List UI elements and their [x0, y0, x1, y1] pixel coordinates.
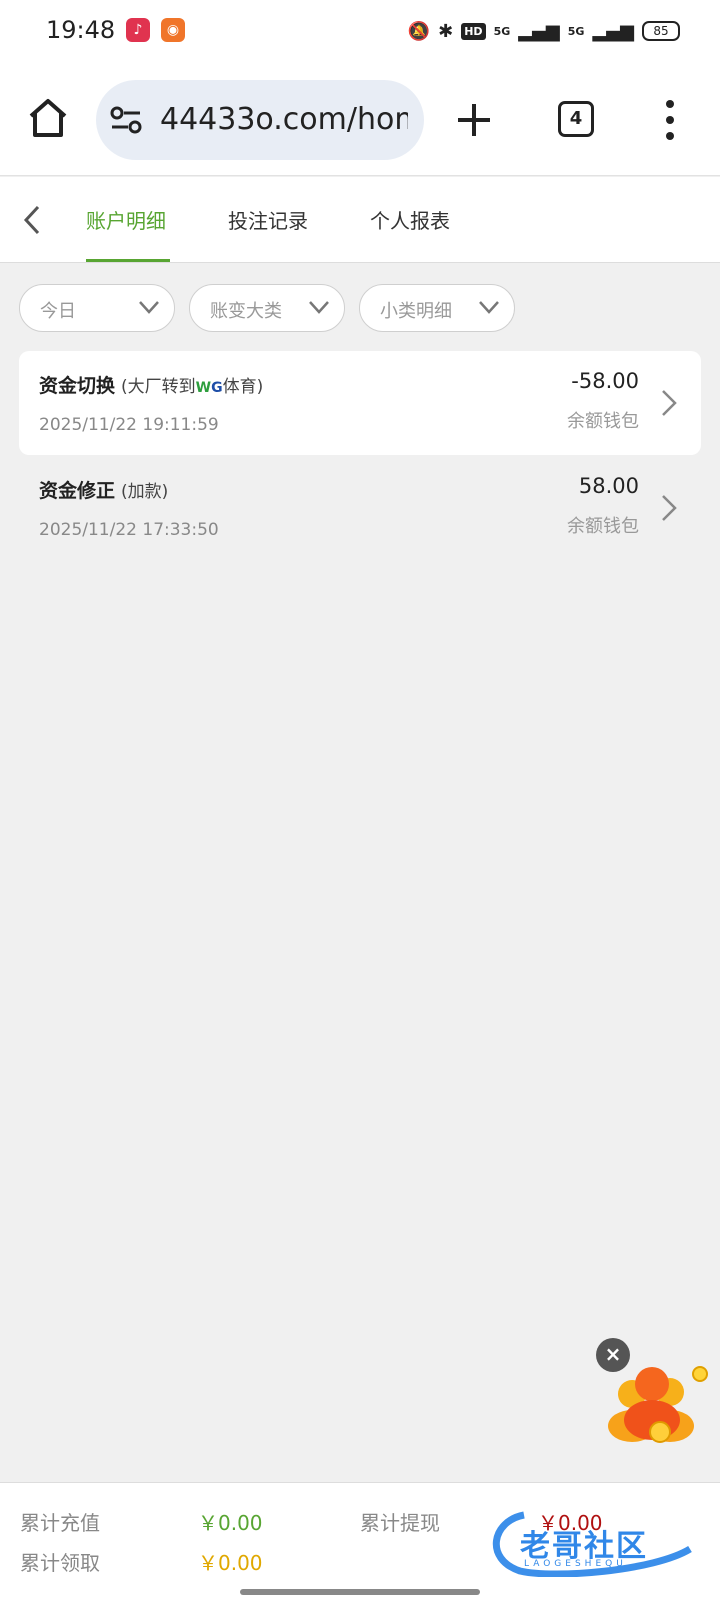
music-app-icon: ♪	[126, 18, 150, 42]
transaction-type: 资金修正	[39, 480, 116, 502]
filter-category-dropdown[interactable]: 账变大类	[189, 284, 345, 332]
back-chevron-icon[interactable]	[20, 203, 44, 237]
deposit-total-value: ￥0.00	[198, 1511, 263, 1535]
transaction-wallet: 余额钱包	[567, 516, 639, 537]
more-vert-icon[interactable]	[660, 98, 680, 142]
new-tab-plus-icon[interactable]	[452, 98, 496, 142]
transaction-title: 资金切换 (大厂转到WG体育)	[39, 371, 263, 398]
close-icon[interactable]: ×	[596, 1338, 630, 1372]
tab-account-details[interactable]: 账户明细	[86, 205, 166, 234]
transaction-type: 资金切换	[39, 375, 116, 397]
transaction-wallet: 余额钱包	[567, 411, 639, 432]
tab-switcher-button[interactable]: 4	[558, 101, 594, 137]
bluetooth-icon: ✱	[438, 20, 454, 42]
filter-date-dropdown[interactable]: 今日	[19, 284, 175, 332]
filter-category-label: 账变大类	[210, 301, 282, 322]
status-bar: 19:48 ♪ ◉ 🔕 ✱ HD 5G ▂▄▆ 5G ▂▄▆ 85	[0, 0, 720, 64]
transaction-title: 资金修正 (加款)	[39, 476, 168, 503]
signal-5g-icon-1: 5G	[493, 24, 511, 38]
watermark-logo: 老哥社区 LAOGESHEQU	[484, 1507, 710, 1579]
transaction-row[interactable]: 资金修正 (加款) 2025/11/22 17:33:50 58.00 余额钱包	[19, 456, 701, 560]
filter-date-label: 今日	[40, 301, 76, 322]
site-settings-icon[interactable]	[110, 106, 142, 134]
transaction-amount: -58.00	[571, 369, 639, 393]
notification-app-icon: ◉	[161, 18, 185, 42]
chevron-right-icon	[662, 495, 677, 521]
filter-subcategory-dropdown[interactable]: 小类明细	[359, 284, 515, 332]
transaction-detail-suffix: 体育)	[222, 377, 264, 397]
active-tab-underline	[86, 259, 170, 262]
chevron-down-icon	[309, 301, 329, 314]
wg-logo-icon: WG	[195, 380, 223, 396]
record-tabs: 账户明细 投注记录 个人报表	[0, 177, 720, 263]
filter-subcategory-label: 小类明细	[380, 301, 452, 322]
browser-toolbar: 44433o.com/home 4	[0, 64, 720, 176]
transaction-row[interactable]: 资金切换 (大厂转到WG体育) 2025/11/22 19:11:59 -58.0…	[19, 351, 701, 455]
claim-total-value: ￥0.00	[198, 1551, 263, 1575]
signal-bars-icon-1: ▂▄▆	[518, 20, 560, 42]
transaction-date: 2025/11/22 17:33:50	[39, 520, 219, 540]
status-time: 19:48	[46, 16, 116, 44]
withdraw-total-label: 累计提现	[360, 1511, 440, 1535]
tab-personal-report[interactable]: 个人报表	[370, 205, 450, 234]
address-bar[interactable]: 44433o.com/home	[96, 80, 424, 160]
chevron-right-icon	[662, 390, 677, 416]
summary-bar: 累计充值 ￥0.00 累计提现 ￥0.00 累计领取 ￥0.00 老哥社区 LA…	[0, 1482, 720, 1600]
mute-bell-icon: 🔕	[407, 20, 431, 42]
chevron-down-icon	[479, 301, 499, 314]
signal-bars-icon-2: ▂▄▆	[592, 20, 634, 42]
chevron-down-icon	[139, 301, 159, 314]
tab-bet-records[interactable]: 投注记录	[228, 205, 308, 234]
home-indicator[interactable]	[240, 1589, 480, 1595]
claim-total-label: 累计领取	[20, 1551, 100, 1575]
hd-icon: HD	[461, 22, 486, 40]
url-text[interactable]: 44433o.com/home	[160, 102, 408, 137]
transaction-detail: (加款)	[121, 482, 169, 502]
transaction-date: 2025/11/22 19:11:59	[39, 415, 219, 435]
status-icons: 🔕 ✱ HD 5G ▂▄▆ 5G ▂▄▆ 85	[408, 18, 680, 44]
transaction-amount: 58.00	[578, 474, 639, 498]
watermark-subtext: LAOGESHEQU	[524, 1559, 627, 1569]
signal-5g-icon-2: 5G	[567, 24, 585, 38]
transaction-detail-prefix: (大厂转到	[121, 377, 196, 397]
battery-icon: 85	[642, 21, 680, 41]
home-icon[interactable]	[24, 94, 72, 142]
deposit-total-label: 累计充值	[20, 1511, 100, 1535]
